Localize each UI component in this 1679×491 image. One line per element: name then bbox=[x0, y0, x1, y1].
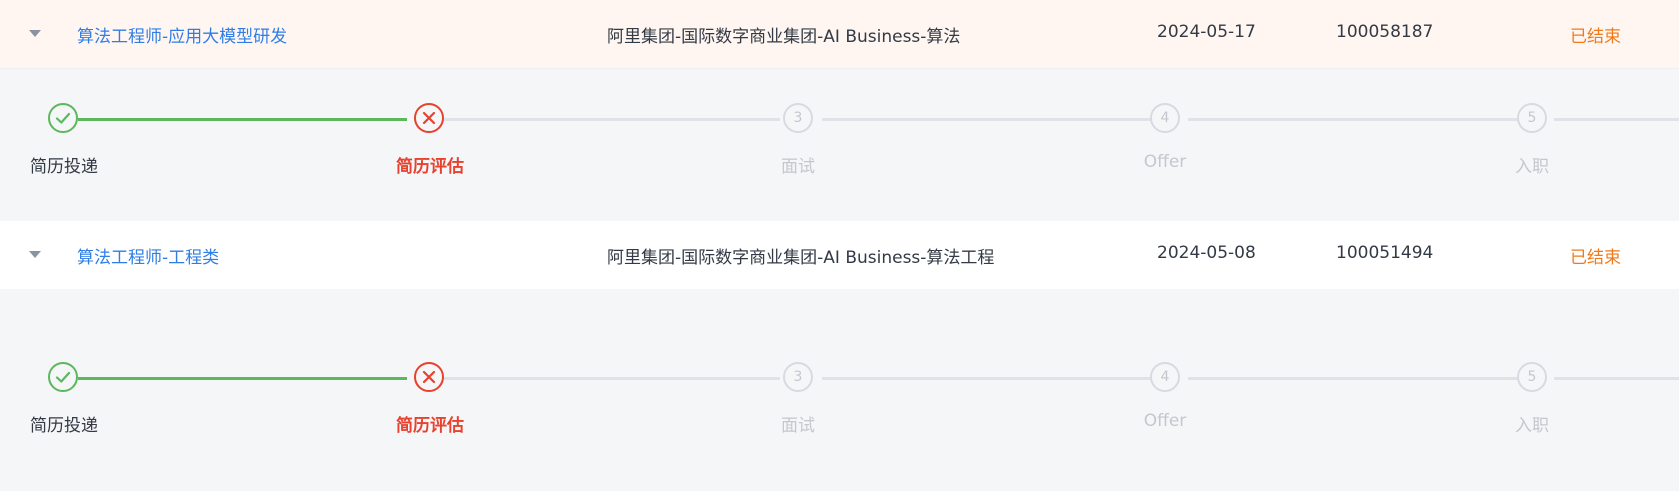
step-label: Offer bbox=[1143, 411, 1187, 431]
job-title-link[interactable]: 算法工程师-应用大模型研发 bbox=[77, 22, 287, 47]
job-department: 阿里集团-国际数字商业集团-AI Business-算法工程 bbox=[607, 248, 995, 268]
progress-line-pending bbox=[1554, 377, 1679, 380]
status-badge: 已结束 bbox=[1570, 248, 1621, 268]
application-row[interactable]: 算法工程师-应用大模型研发 阿里集团-国际数字商业集团-AI Business-… bbox=[0, 0, 1679, 69]
check-icon bbox=[48, 103, 78, 133]
progress-line-pending bbox=[437, 118, 780, 121]
progress-line-pending bbox=[1188, 377, 1522, 380]
step-label: 面试 bbox=[781, 157, 815, 177]
close-icon bbox=[414, 362, 444, 392]
step-number: 4 bbox=[1150, 362, 1180, 392]
job-id: 100058187 bbox=[1336, 22, 1434, 42]
progress-line-pending bbox=[1188, 118, 1522, 121]
progress-line-done bbox=[78, 118, 407, 121]
step-number: 3 bbox=[783, 362, 813, 392]
application-date: 2024-05-17 bbox=[1157, 22, 1256, 42]
step-number: 3 bbox=[783, 103, 813, 133]
step-label: 简历评估 bbox=[396, 157, 464, 177]
job-id: 100051494 bbox=[1336, 243, 1434, 263]
chevron-down-icon[interactable] bbox=[29, 251, 41, 258]
application-list: 算法工程师-应用大模型研发 阿里集团-国际数字商业集团-AI Business-… bbox=[0, 0, 1679, 491]
step-label: 简历投递 bbox=[30, 416, 98, 436]
step-label: 入职 bbox=[1515, 416, 1549, 436]
progress-line-pending bbox=[822, 377, 1156, 380]
step-label: 面试 bbox=[781, 416, 815, 436]
progress-line-pending bbox=[822, 118, 1156, 121]
application-progress: 3 4 5 简历投递 简历评估 面试 Offer 入职 bbox=[0, 98, 1679, 218]
step-label: 入职 bbox=[1515, 157, 1549, 177]
status-badge: 已结束 bbox=[1570, 27, 1621, 47]
progress-line-pending bbox=[437, 377, 780, 380]
job-department: 阿里集团-国际数字商业集团-AI Business-算法 bbox=[607, 27, 961, 47]
close-icon bbox=[414, 103, 444, 133]
progress-line-done bbox=[78, 377, 407, 380]
application-date: 2024-05-08 bbox=[1157, 243, 1256, 263]
progress-line-pending bbox=[1554, 118, 1679, 121]
job-title-link[interactable]: 算法工程师-工程类 bbox=[77, 243, 219, 268]
step-label: Offer bbox=[1143, 152, 1187, 172]
check-icon bbox=[48, 362, 78, 392]
step-label: 简历评估 bbox=[396, 416, 464, 436]
chevron-down-icon[interactable] bbox=[29, 30, 41, 37]
application-progress: 3 4 5 简历投递 简历评估 面试 Offer 入职 bbox=[0, 357, 1679, 477]
step-number: 5 bbox=[1517, 362, 1547, 392]
step-number: 4 bbox=[1150, 103, 1180, 133]
step-label: 简历投递 bbox=[30, 157, 98, 177]
application-row[interactable]: 算法工程师-工程类 阿里集团-国际数字商业集团-AI Business-算法工程… bbox=[0, 221, 1679, 289]
step-number: 5 bbox=[1517, 103, 1547, 133]
